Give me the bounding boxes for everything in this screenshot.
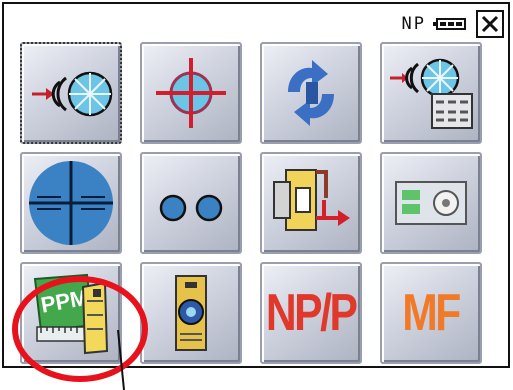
mode-indicator: NP [401, 14, 426, 34]
card-disc-icon [395, 181, 467, 225]
edm-target-signal-icon [32, 71, 113, 117]
instrument-screen: NP PPM NP/P MF [2, 2, 510, 368]
function-grid: PPM NP/P MF [20, 42, 482, 364]
telescope-reticle-icon [29, 161, 113, 245]
close-icon [481, 15, 499, 33]
two-dots-icon [159, 194, 223, 222]
np-p-toggle-button[interactable]: NP/P [260, 262, 362, 364]
rotation-arrows-icon [288, 60, 334, 126]
edm-target-keypad-icon [390, 58, 473, 129]
rotation-button[interactable] [260, 42, 362, 144]
card-disc-button[interactable] [380, 152, 482, 254]
status-bar: NP [402, 10, 504, 38]
callout-pointer [117, 330, 125, 390]
reticle-button[interactable] [20, 152, 122, 254]
mf-button[interactable]: MF [380, 262, 482, 364]
ppm-atmospheric-correction-icon: PPM [33, 273, 109, 355]
edm-keypad-button[interactable] [380, 42, 482, 144]
close-button[interactable] [476, 10, 504, 38]
edm-signal-button[interactable] [20, 42, 122, 144]
battery-icon [433, 18, 466, 30]
plug-connection-icon [273, 169, 350, 231]
mf-label: MF [402, 284, 462, 342]
target-sight-button[interactable] [140, 42, 242, 144]
connection-button[interactable] [260, 152, 362, 254]
two-dots-button[interactable] [140, 152, 242, 254]
crosshair-target-icon [156, 58, 226, 128]
np-p-label: NP/P [266, 284, 358, 342]
ppm-button[interactable]: PPM [20, 262, 122, 364]
